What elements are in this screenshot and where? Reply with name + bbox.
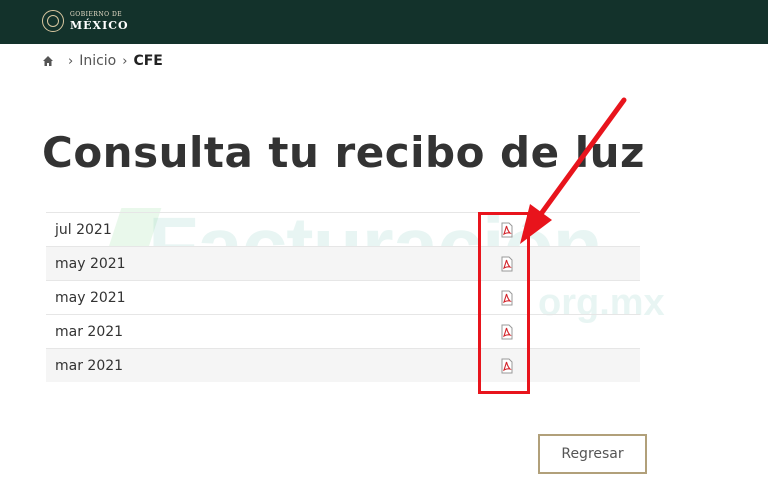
table-row: may 2021 — [46, 246, 640, 280]
receipt-date: jul 2021 — [55, 221, 112, 238]
national-seal-icon — [42, 10, 64, 32]
chevron-right-icon: › — [68, 53, 74, 69]
page-title: Consulta tu recibo de luz — [42, 128, 645, 177]
home-icon[interactable] — [42, 55, 54, 67]
receipt-date: may 2021 — [55, 289, 126, 306]
breadcrumb-cfe: CFE — [133, 53, 163, 69]
receipts-table: jul 2021 may 2021 may 2021 mar 2021 mar … — [46, 212, 640, 382]
chevron-right-icon: › — [122, 53, 128, 69]
logo-big-text: MÉXICO — [70, 18, 129, 32]
annotation-highlight-box — [478, 212, 530, 394]
top-navbar: GOBIERNO DE MÉXICO — [0, 0, 768, 44]
gobierno-mexico-logo[interactable]: GOBIERNO DE MÉXICO — [42, 8, 129, 34]
table-row: may 2021 — [46, 280, 640, 314]
receipt-date: mar 2021 — [55, 357, 124, 374]
table-row: jul 2021 — [46, 212, 640, 246]
table-row: mar 2021 — [46, 314, 640, 348]
receipt-date: may 2021 — [55, 255, 126, 272]
breadcrumb-inicio[interactable]: Inicio — [79, 53, 116, 69]
back-button[interactable]: Regresar — [538, 434, 647, 474]
table-row: mar 2021 — [46, 348, 640, 382]
breadcrumb: › Inicio › CFE — [42, 52, 163, 70]
logo-small-text: GOBIERNO DE — [70, 10, 123, 18]
receipt-date: mar 2021 — [55, 323, 124, 340]
